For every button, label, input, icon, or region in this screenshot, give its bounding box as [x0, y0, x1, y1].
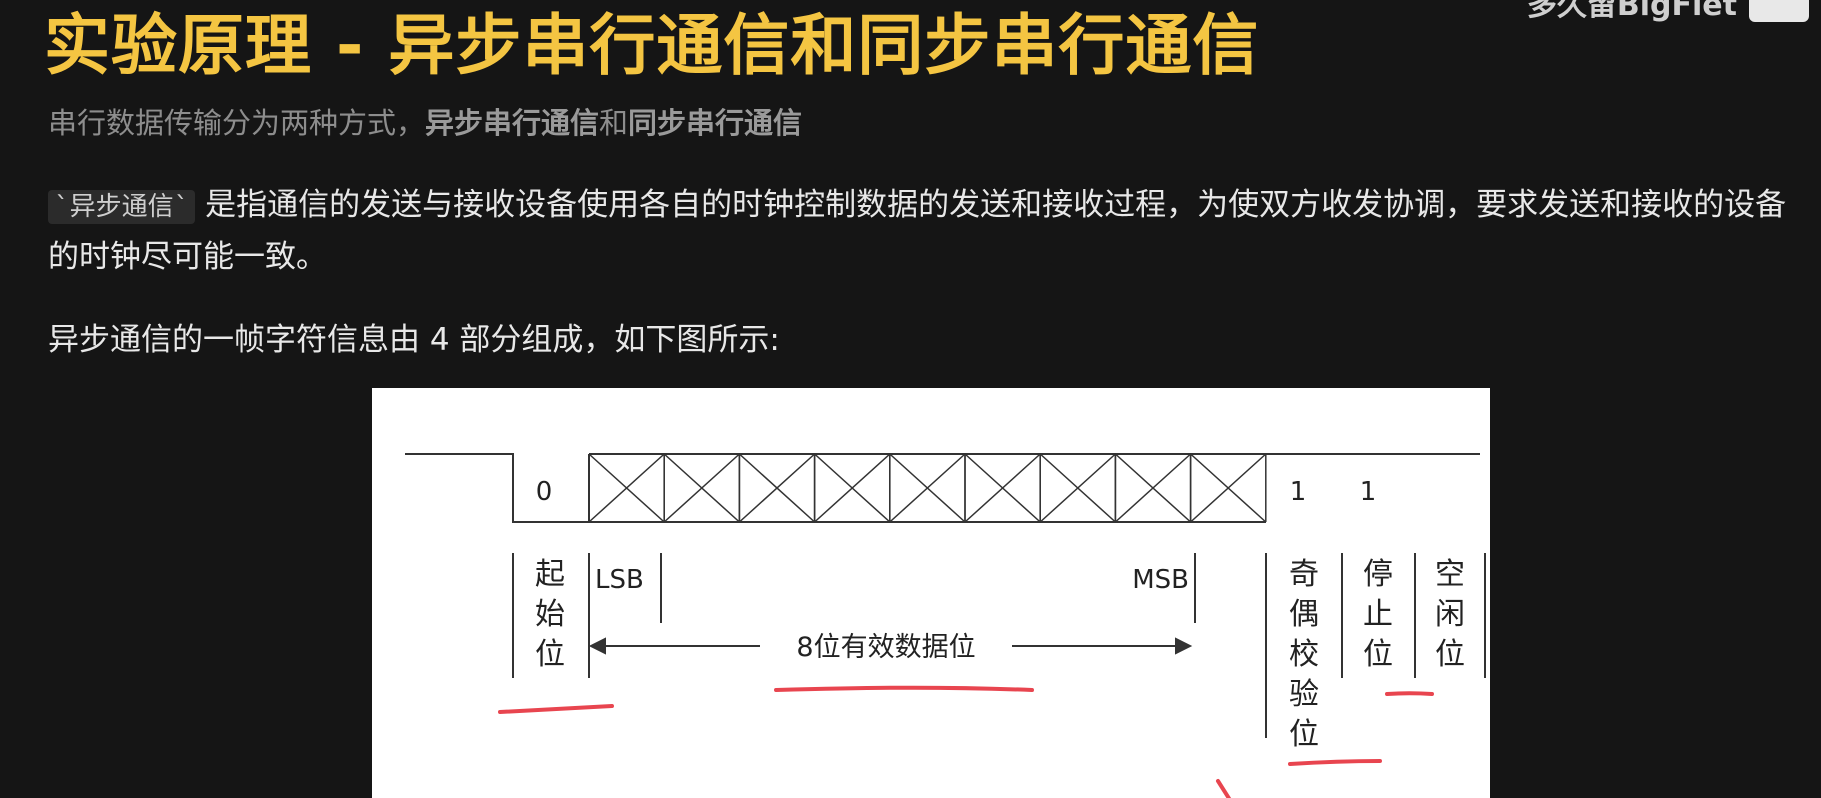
bit-cell — [889, 453, 966, 523]
subtitle-prefix: 串行数据传输分为两种方式， — [48, 106, 426, 140]
data-bits-label: 8位有效数据位 — [796, 632, 975, 663]
bit-cell — [588, 453, 665, 523]
parity-char-2: 偶 — [1289, 597, 1319, 632]
bit-cell — [663, 453, 741, 523]
idle-char-1: 空 — [1435, 557, 1465, 592]
async-frame-diagram: 0 1 1 LSB MSB 8位有效数据位 起 始 位 奇 偶 校 验 位 停 … — [372, 388, 1490, 798]
stop-char-3: 位 — [1363, 637, 1393, 672]
paragraph-frame-intro: 异步通信的一帧字符信息由 4 部分组成，如下图所示: — [48, 322, 780, 358]
page-title: 实验原理 - 异步串行通信和同步串行通信 — [44, 7, 1260, 84]
start-bit-char-2: 始 — [535, 597, 565, 632]
msb-label: MSB — [1132, 565, 1189, 595]
parity-underline — [1288, 759, 1382, 766]
bit-cell — [1189, 453, 1267, 523]
idle-char-2: 闲 — [1435, 597, 1465, 632]
bit-cell — [964, 453, 1041, 523]
subtitle-mid: 和 — [599, 106, 629, 140]
paragraph-text: 是指通信的发送与接收设备使用各自的时钟控制数据的发送和接收过程，为使双方收发协调… — [48, 187, 1787, 275]
stop-bit-value: 1 — [1290, 477, 1307, 507]
parity-char-3: 校 — [1289, 637, 1319, 672]
start-bit-char-3: 位 — [535, 637, 565, 672]
pointer-stroke — [1216, 779, 1232, 798]
bilibili-logo-icon — [1749, 0, 1809, 22]
lsb-label: LSB — [595, 565, 644, 595]
data-bits-underline — [774, 685, 1034, 692]
bit-cell — [1114, 453, 1192, 523]
bit-cell — [1039, 453, 1117, 523]
start-bit-underline — [498, 704, 614, 714]
frame-diagram-svg: 0 1 1 LSB MSB 8位有效数据位 起 始 位 奇 偶 校 验 位 停 … — [405, 453, 1486, 798]
bit-cell — [813, 453, 891, 523]
inline-code-term: `异步通信` — [48, 190, 196, 224]
data-bit-cells — [588, 453, 1267, 523]
parity-char-5: 位 — [1289, 717, 1319, 752]
parity-char-4: 验 — [1289, 677, 1319, 712]
stop-bit-underline — [1385, 691, 1434, 696]
bit-cell — [738, 453, 816, 523]
subtitle: 串行数据传输分为两种方式，异步串行通信和同步串行通信 — [48, 100, 802, 142]
watermark-text: 多久留BigFlet — [1526, 0, 1737, 23]
idle-bit-value: 1 — [1360, 477, 1377, 507]
idle-char-3: 位 — [1435, 637, 1465, 672]
stop-char-2: 止 — [1363, 597, 1393, 632]
stop-char-1: 停 — [1363, 557, 1393, 592]
subtitle-async: 异步串行通信 — [425, 106, 600, 140]
signal-waveform — [405, 453, 1480, 523]
paragraph-async-definition: `异步通信` 是指通信的发送与接收设备使用各自的时钟控制数据的发送和接收过程，为… — [48, 180, 1793, 282]
parity-char-1: 奇 — [1289, 557, 1319, 592]
subtitle-sync: 同步串行通信 — [628, 106, 803, 140]
start-bit-char-1: 起 — [535, 557, 565, 592]
start-bit-value: 0 — [536, 477, 553, 507]
